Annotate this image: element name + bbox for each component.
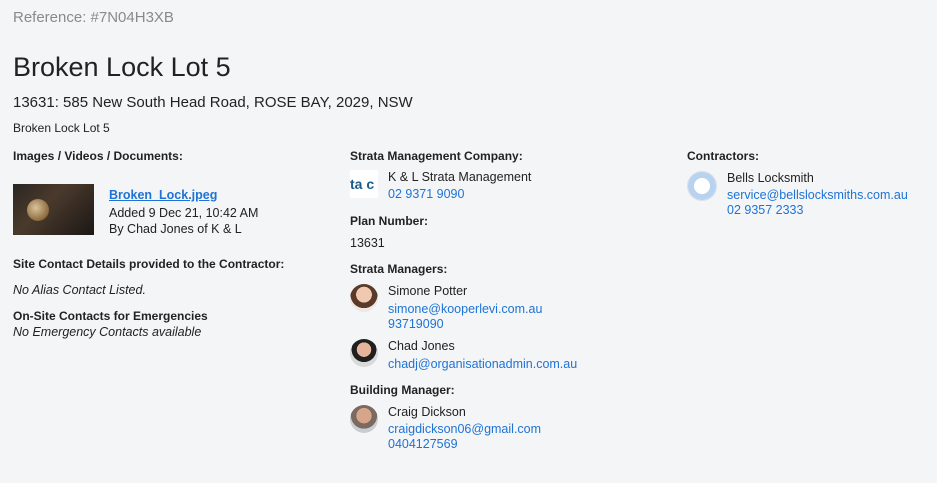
building-manager-label: Building Manager: [350, 383, 455, 397]
emergency-label: On-Site Contacts for Emergencies [13, 309, 208, 323]
reference-number: Reference: #7N04H3XB [13, 9, 174, 26]
avatar [350, 339, 378, 367]
contractor-logo [687, 171, 717, 201]
property-address: 13631: 585 New South Head Road, ROSE BAY… [13, 94, 413, 111]
site-contact-label: Site Contact Details provided to the Con… [13, 257, 285, 271]
building-manager-phone[interactable]: 0404127569 [388, 437, 541, 451]
file-uploaded-by: By Chad Jones of K & L [109, 222, 242, 236]
contractor-name: Bells Locksmith [727, 171, 814, 185]
page-title: Broken Lock Lot 5 [13, 52, 231, 82]
strata-manager-phone[interactable]: 93719090 [388, 317, 542, 331]
strata-company-logo: ta c [350, 170, 378, 198]
site-contact-value: No Alias Contact Listed. [13, 283, 146, 297]
building-manager-name: Craig Dickson [388, 405, 466, 419]
strata-company-entry: ta c K & L Strata Management 02 9371 909… [350, 170, 670, 201]
building-manager-entry: Craig Dickson craigdickson06@gmail.com 0… [350, 405, 670, 451]
file-link[interactable]: Broken_Lock.jpeg [109, 188, 258, 202]
media-label: Images / Videos / Documents: [13, 149, 183, 163]
avatar [350, 284, 378, 312]
strata-company-label: Strata Management Company: [350, 149, 523, 163]
building-manager-email[interactable]: craigdickson06@gmail.com [388, 422, 541, 436]
middle-column: Strata Management Company: ta c K & L St… [350, 149, 670, 451]
strata-manager-item: Simone Potter simone@kooperlevi.com.au 9… [350, 284, 670, 331]
right-column: Contractors: Bells Locksmith service@bel… [687, 149, 927, 217]
contractor-phone[interactable]: 02 9357 2333 [727, 203, 908, 217]
plan-number-value: 13631 [350, 236, 385, 250]
job-description: Broken Lock Lot 5 [13, 121, 110, 135]
contractors-label: Contractors: [687, 149, 760, 163]
avatar [350, 405, 378, 433]
door-knob-image [27, 199, 49, 221]
strata-company-name: K & L Strata Management [388, 170, 532, 184]
emergency-value: No Emergency Contacts available [13, 325, 202, 339]
file-added-date: Added 9 Dec 21, 10:42 AM [109, 206, 259, 220]
strata-manager-name: Chad Jones [388, 339, 455, 353]
strata-manager-email[interactable]: chadj@organisationadmin.com.au [388, 357, 577, 371]
file-thumbnail[interactable] [13, 184, 94, 235]
contractor-entry: Bells Locksmith service@bellslocksmiths.… [687, 171, 927, 217]
strata-manager-name: Simone Potter [388, 284, 468, 298]
strata-company-phone[interactable]: 02 9371 9090 [388, 187, 531, 201]
plan-number-label: Plan Number: [350, 214, 429, 228]
strata-managers-label: Strata Managers: [350, 262, 448, 276]
media-file: Broken_Lock.jpeg Added 9 Dec 21, 10:42 A… [13, 184, 333, 236]
contractor-email[interactable]: service@bellslocksmiths.com.au [727, 188, 908, 202]
left-column: Images / Videos / Documents: Broken_Lock… [13, 149, 333, 339]
strata-manager-item: Chad Jones chadj@organisationadmin.com.a… [350, 339, 670, 371]
strata-manager-email[interactable]: simone@kooperlevi.com.au [388, 302, 542, 316]
